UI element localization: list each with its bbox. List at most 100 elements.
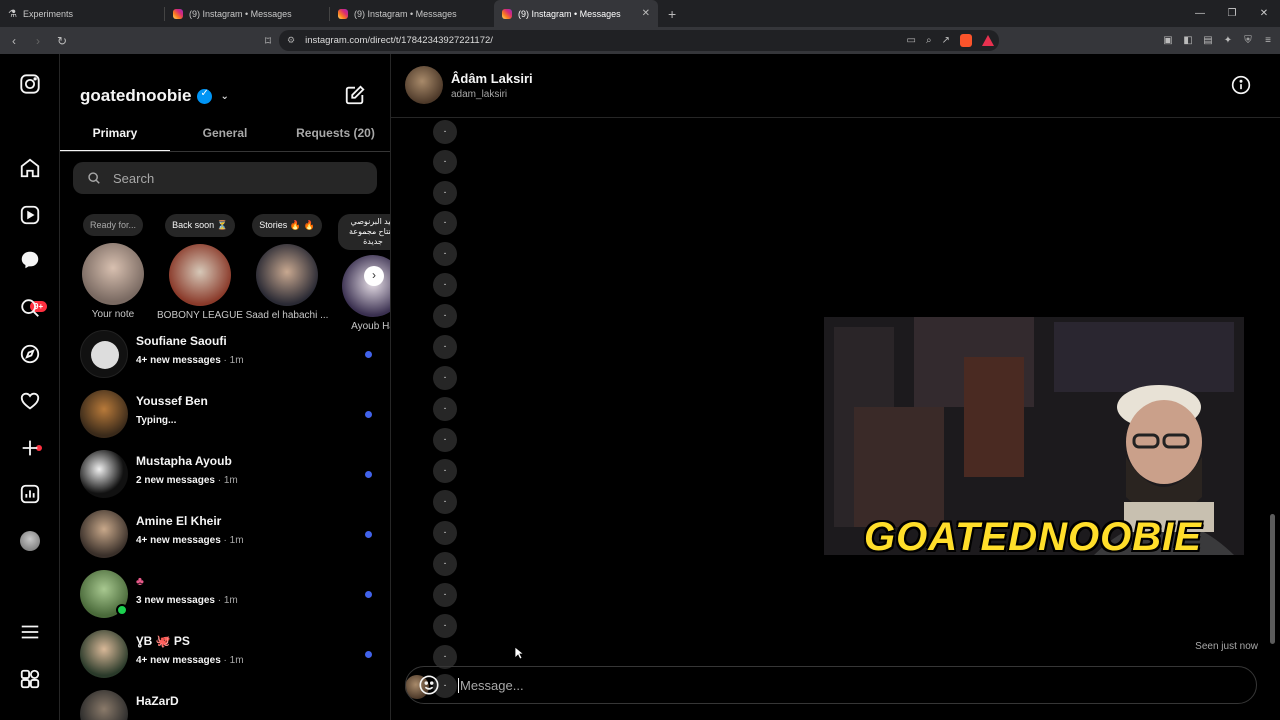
dashboard-icon[interactable] [18,482,42,506]
instagram-favicon-icon [338,8,348,19]
conversation-item[interactable]: Mustapha Ayoub 2 new messages · 1m [60,444,390,504]
note-item[interactable]: Stories 🔥 🔥 Saad el habachi ... [244,214,330,321]
conversation-item[interactable]: HaZarD [60,684,390,720]
tab-general[interactable]: General [170,120,280,151]
message-bubble[interactable]: . [433,211,457,235]
avatar [80,390,128,438]
profile-avatar[interactable] [18,529,42,553]
inbox-panel: goatednoobie ⌄ Primary General Requests … [60,54,391,720]
message-bubble[interactable]: . [433,150,457,174]
wallet-icon[interactable]: ▤ [1202,35,1214,46]
tab-title: (9) Instagram • Messages [189,8,292,19]
tab-primary[interactable]: Primary [60,120,170,151]
message-bubble[interactable]: . [433,273,457,297]
preview-text: Typing... [136,415,177,426]
contact-avatar[interactable] [405,66,443,104]
brave-rewards-icon[interactable] [982,35,994,46]
message-bubble[interactable]: . [433,181,457,205]
message-bubble[interactable]: . [433,552,457,576]
back-icon[interactable]: ‹ [4,34,24,48]
message-bubble[interactable]: . [433,583,457,607]
conversation-item[interactable]: ♣ 3 new messages · 1m [60,564,390,624]
account-username: goatednoobie [80,86,192,105]
conversation-item[interactable]: Soufiane Saoufi 4+ new messages · 1m [60,324,390,384]
emoji-icon[interactable] [418,674,440,696]
reels-icon[interactable] [18,203,42,227]
close-tab-icon[interactable]: ✕ [642,8,650,19]
home-icon[interactable] [18,156,42,180]
avatar [80,690,128,720]
message-bubble[interactable]: . [433,120,457,144]
brave-shields-icon[interactable] [960,34,972,47]
menu-icon[interactable]: ≡ [1262,35,1274,46]
more-menu-icon[interactable] [18,620,42,644]
message-bubble[interactable]: . [433,397,457,421]
forward-icon[interactable]: › [28,34,48,48]
conversation-item[interactable]: ƔB 🐙 PS 4+ new messages · 1m [60,624,390,684]
message-bubble[interactable]: . [433,366,457,390]
reload-icon[interactable]: ↻ [52,34,72,48]
message-bubble[interactable]: . [433,428,457,452]
minimize-icon[interactable]: — [1184,0,1216,27]
new-message-icon[interactable] [344,84,366,106]
address-actions: ▭ ⌕ ↗ [907,30,994,51]
search-input[interactable]: Search [73,162,377,194]
conversation-item[interactable]: Amine El Kheir 4+ new messages · 1m [60,504,390,564]
scrollbar-thumb[interactable] [1270,514,1275,644]
cast-icon[interactable]: ▭ [907,35,916,46]
browser-tab-active[interactable]: (9) Instagram • Messages ✕ [494,0,658,27]
conversation-info-icon[interactable] [1231,75,1251,95]
message-bubble[interactable]: . [433,521,457,545]
leo-icon[interactable]: ✦ [1222,35,1234,46]
preview-time: · 1m [214,595,238,606]
notes-next-button[interactable]: › [364,266,384,286]
message-bubble[interactable]: . [433,614,457,638]
avatar [169,244,231,306]
create-plus-icon[interactable] [18,436,42,460]
zoom-icon[interactable]: ⌕ [926,35,932,46]
search-icon[interactable] [18,296,42,320]
chat-scrollbar[interactable] [1266,54,1280,654]
instagram-logo-icon[interactable] [18,72,42,96]
message-bubble[interactable]: . [433,490,457,514]
explore-icon[interactable] [18,342,42,366]
close-window-icon[interactable]: ✕ [1248,0,1280,27]
conversation-name: Youssef Ben [136,394,208,408]
share-icon[interactable]: ↗ [942,35,950,46]
message-input[interactable]: Message... [458,677,524,693]
conversation-preview: 4+ new messages · 1m [136,535,244,546]
new-tab-button[interactable]: + [668,6,676,22]
notifications-heart-icon[interactable] [18,389,42,413]
sidebar-icon[interactable]: ◧ [1182,35,1194,46]
message-composer[interactable]: Message... [405,666,1257,704]
seen-status: Seen just now [1195,641,1258,652]
browser-tab[interactable]: ⚗ Experiments [0,0,164,27]
message-bubble[interactable]: . [433,242,457,266]
message-bubble[interactable]: . [433,304,457,328]
vpn-icon[interactable]: ⛨ [1242,35,1254,46]
conversation-name: HaZarD [136,694,179,708]
url-text: instagram.com/direct/t/17842343927221172… [305,35,493,46]
preview-time: · 1m [220,535,244,546]
browser-tab[interactable]: (9) Instagram • Messages [165,0,329,27]
media-icon[interactable]: ▣ [1162,35,1174,46]
maximize-icon[interactable]: ❐ [1216,0,1248,27]
address-bar[interactable]: ⚙ instagram.com/direct/t/178423439272211… [279,30,999,51]
video-message[interactable]: GOATEDNOOBIE [824,317,1244,555]
messenger-icon[interactable] [18,248,42,272]
tab-title: (9) Instagram • Messages [354,8,457,19]
preview-time: · 1m [214,475,238,486]
conversation-item[interactable]: Youssef Ben Typing... [60,384,390,444]
also-from-meta-icon[interactable] [18,667,42,691]
preview-text: 3 new messages [136,595,215,606]
account-switcher[interactable]: goatednoobie ⌄ [80,86,229,106]
note-item[interactable]: Ready for... Your note [70,214,156,320]
contact-name[interactable]: Âdâm Laksiri [451,71,533,86]
message-bubble[interactable]: . [433,459,457,483]
site-info-icon[interactable]: ⚙ [287,35,295,46]
note-item[interactable]: Back soon ⏳ BOBONY LEAGUE [157,214,243,321]
browser-tab[interactable]: (9) Instagram • Messages [330,0,494,27]
message-bubble[interactable]: . [433,335,457,359]
bookmark-icon[interactable]: ⌑ [258,34,278,48]
tab-requests[interactable]: Requests (20) [280,120,390,151]
